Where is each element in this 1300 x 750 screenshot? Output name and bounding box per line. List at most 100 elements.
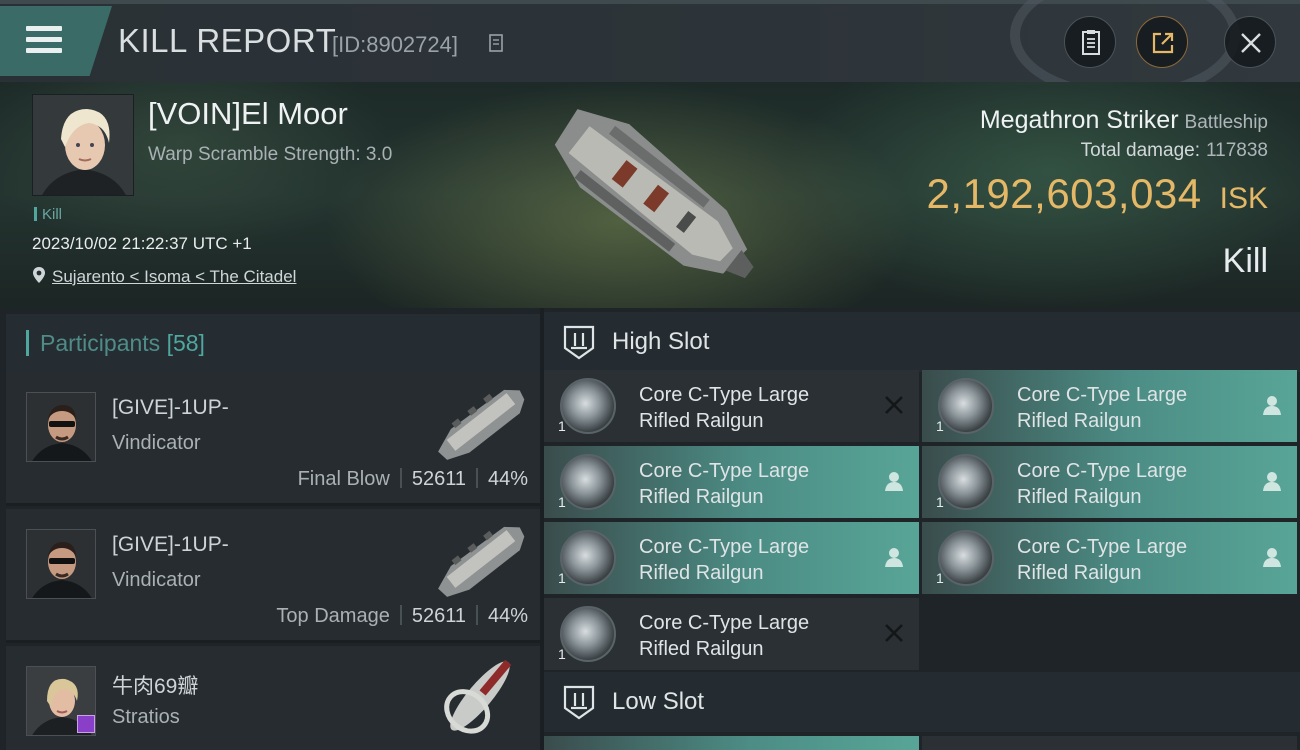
railgun-icon xyxy=(938,454,994,510)
participant-avatar[interactable] xyxy=(26,529,96,599)
destroyed-icon xyxy=(885,396,903,414)
module-slot[interactable]: 1 Core C-Type Large Rifled Railgun xyxy=(922,446,1297,518)
participant-role: Top Damage xyxy=(276,605,390,627)
module-slot[interactable]: 1 Core C-Type Large Rifled Railgun xyxy=(544,522,919,594)
module-slot[interactable]: 1 Core C-Type Large Rifled Railgun xyxy=(544,446,919,518)
module-slot[interactable]: 1 Core C-Type Large Rifled Railgun xyxy=(544,598,919,670)
participant-avatar[interactable] xyxy=(26,392,96,462)
participant-ship-image xyxy=(438,389,525,460)
module-quantity: 1 xyxy=(936,570,944,586)
person-icon xyxy=(1263,548,1281,567)
module-quantity: 1 xyxy=(558,570,566,586)
total-damage: Total damage: 117838 xyxy=(1081,140,1268,162)
person-icon xyxy=(885,472,903,491)
participants-header[interactable]: Participants [58] xyxy=(6,314,540,372)
menu-button[interactable] xyxy=(0,6,112,76)
module-quantity: 1 xyxy=(558,646,566,662)
module-quantity: 1 xyxy=(558,418,566,434)
isk-unit: ISK xyxy=(1219,182,1268,215)
participant-name: [GIVE]-1UP- xyxy=(112,396,229,419)
clipboard-icon xyxy=(1082,30,1100,55)
location-pin-icon xyxy=(33,267,45,283)
victim-banner: [VOIN]El Moor Warp Scramble Strength: 3.… xyxy=(0,82,1300,308)
victim-avatar[interactable] xyxy=(32,94,134,196)
participants-header-accent xyxy=(26,330,29,356)
participant-ship: Vindicator xyxy=(112,569,201,591)
participant-name: 牛肉69瓣 xyxy=(112,675,199,698)
victim-ship: Megathron Striker Battleship xyxy=(980,106,1268,135)
warp-scramble-strength: Warp Scramble Strength: 3.0 xyxy=(148,144,393,165)
high-slot-label: High Slot xyxy=(612,328,710,355)
share-button[interactable] xyxy=(1136,16,1188,68)
participant-row[interactable]: [GIVE]-1UP- Vindicator Top Damage 52611 44… xyxy=(6,509,540,643)
close-icon xyxy=(1241,33,1261,53)
person-icon xyxy=(885,548,903,567)
kill-location[interactable]: Sujarento < Isoma < The Citadel xyxy=(32,266,296,287)
kill-tag-label: Kill xyxy=(42,206,63,223)
participant-row[interactable]: [GIVE]-1UP- Vindicator Final Blow 52611 44… xyxy=(6,372,540,506)
victim-ship-image xyxy=(554,109,754,279)
participant-ship: Vindicator xyxy=(112,432,201,454)
module-slot[interactable] xyxy=(922,736,1297,750)
participant-row[interactable]: 牛肉69瓣 Stratios xyxy=(6,646,540,750)
kill-result: Kill xyxy=(1222,242,1268,280)
high-slot-icon xyxy=(563,325,595,360)
kill-datetime: 2023/10/02 21:22:37 UTC +1 xyxy=(32,234,252,253)
railgun-icon xyxy=(560,378,616,434)
module-name: Core C-Type Large Rifled Railgun xyxy=(1017,460,1188,508)
module-slot[interactable] xyxy=(544,736,919,750)
module-quantity: 1 xyxy=(558,494,566,510)
location-link[interactable]: Sujarento < Isoma < The Citadel xyxy=(52,267,296,286)
total-damage-label: Total damage: xyxy=(1080,140,1200,161)
close-button[interactable] xyxy=(1224,16,1276,68)
ship-name: Megathron Striker xyxy=(979,106,1179,134)
participant-avatar[interactable] xyxy=(26,666,96,736)
ship-class: Battleship xyxy=(1184,112,1268,133)
module-name: Core C-Type Large Rifled Railgun xyxy=(639,384,810,432)
module-name: Core C-Type Large Rifled Railgun xyxy=(639,612,810,660)
module-quantity: 1 xyxy=(936,418,944,434)
module-slot[interactable]: 1 Core C-Type Large Rifled Railgun xyxy=(922,522,1297,594)
page-title: KILL REPORT xyxy=(118,22,337,59)
total-damage-value: 117838 xyxy=(1206,140,1268,161)
participant-ship: Stratios xyxy=(112,706,180,728)
isk-amount: 2,192,603,034 xyxy=(926,170,1202,217)
participant-ship-image xyxy=(438,526,525,597)
fitting-panel: High Slot 1 Core C-Type Large Rifled Rail… xyxy=(544,308,1300,750)
share-icon xyxy=(1152,32,1174,54)
participant-percent: 44% xyxy=(487,605,528,627)
person-icon xyxy=(1263,396,1281,415)
report-button[interactable] xyxy=(1064,16,1116,68)
participant-role: Final Blow xyxy=(297,468,390,490)
menu-icon xyxy=(26,26,62,56)
module-name: Core C-Type Large Rifled Railgun xyxy=(1017,384,1188,432)
destroyed-icon xyxy=(885,624,903,642)
railgun-icon xyxy=(560,454,616,510)
participant-stats: Final Blow 52611 44% xyxy=(298,468,528,491)
railgun-icon xyxy=(938,530,994,586)
victim-name: [VOIN]El Moor xyxy=(148,96,348,131)
module-name: Core C-Type Large Rifled Railgun xyxy=(639,460,810,508)
railgun-icon xyxy=(938,378,994,434)
module-quantity: 1 xyxy=(936,494,944,510)
module-slot[interactable]: 1 Core C-Type Large Rifled Railgun xyxy=(544,370,919,442)
person-icon xyxy=(1263,472,1281,491)
high-slot-header: High Slot xyxy=(544,312,1300,372)
participants-label: Participants xyxy=(40,330,161,356)
participants-count: [58] xyxy=(166,330,205,356)
low-slot-icon xyxy=(563,685,595,720)
railgun-icon xyxy=(560,606,616,662)
railgun-icon xyxy=(560,530,616,586)
header-bar: KILL REPORT [ID:8902724] xyxy=(0,0,1300,100)
kill-tag: Kill xyxy=(34,206,62,223)
isk-value: 2,192,603,034 ISK xyxy=(927,170,1268,218)
participants-title: Participants [58] xyxy=(40,330,205,357)
participant-ship-image xyxy=(444,659,512,734)
module-slot[interactable]: 1 Core C-Type Large Rifled Railgun xyxy=(922,370,1297,442)
participants-panel: Participants [58] [GIVE]-1UP- Vindicator xyxy=(0,308,540,750)
copy-icon[interactable] xyxy=(488,34,506,54)
module-name: Core C-Type Large Rifled Railgun xyxy=(1017,536,1188,584)
participant-damage: 52611 xyxy=(411,468,466,490)
participant-damage: 52611 xyxy=(411,605,466,627)
low-slot-label: Low Slot xyxy=(612,688,705,715)
